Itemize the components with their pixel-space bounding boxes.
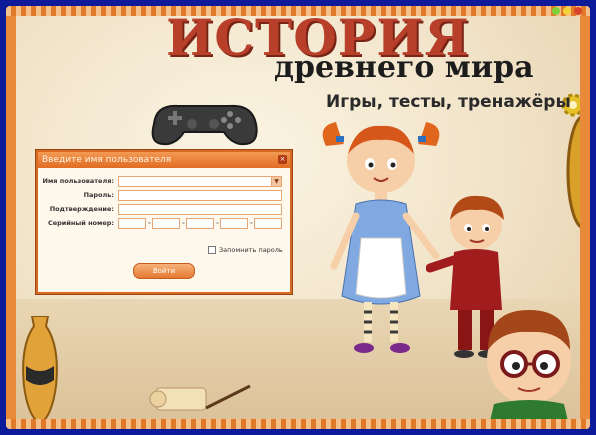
- app-subtitle: древнего мира: [274, 50, 534, 85]
- serial-separator: -: [216, 219, 219, 227]
- app-window: ИСТОРИЯ древнего мира Игры, тесты, трена…: [6, 6, 590, 429]
- minimize-icon[interactable]: [552, 7, 560, 15]
- serial-part-3[interactable]: [186, 218, 214, 229]
- vase-illustration: [22, 316, 58, 419]
- serial-separator: -: [250, 219, 253, 227]
- username-dropdown[interactable]: ▼: [118, 176, 282, 187]
- serial-part-1[interactable]: [118, 218, 146, 229]
- login-button[interactable]: Войти: [133, 263, 195, 279]
- password-row: Пароль:: [38, 190, 290, 201]
- scroll-icon: [149, 384, 251, 411]
- serial-part-2[interactable]: [152, 218, 180, 229]
- shield-ornament-icon: [566, 115, 580, 229]
- close-icon[interactable]: [574, 7, 582, 15]
- gamepad-icon: [151, 104, 258, 146]
- confirm-password-field[interactable]: [118, 204, 282, 215]
- username-row: Имя пользователя: ▼: [38, 176, 290, 187]
- boy-with-glasses-illustration: [487, 310, 571, 419]
- login-dialog-header: Введите имя пользователя ×: [38, 152, 290, 168]
- login-dialog: Введите имя пользователя × Имя пользоват…: [36, 150, 292, 294]
- splash-scene: ИСТОРИЯ древнего мира Игры, тесты, трена…: [16, 16, 580, 419]
- username-label: Имя пользователя:: [42, 177, 114, 185]
- remember-password-label: Запомнить пароль: [219, 246, 283, 254]
- serial-row: Серийный номер: - - - -: [38, 218, 290, 229]
- remember-password-checkbox[interactable]: [208, 246, 216, 254]
- app-tagline: Игры, тесты, тренажёры: [326, 92, 571, 112]
- maximize-icon[interactable]: [563, 7, 571, 15]
- bottom-border-ornament: [6, 419, 590, 429]
- serial-separator: -: [148, 219, 151, 227]
- serial-separator: -: [182, 219, 185, 227]
- confirm-label: Подтверждение:: [49, 205, 114, 213]
- login-dialog-title: Введите имя пользователя: [42, 155, 172, 165]
- top-border-ornament: [6, 6, 590, 16]
- window-controls: [552, 7, 582, 15]
- remember-password-option[interactable]: Запомнить пароль: [208, 246, 283, 254]
- confirm-row: Подтверждение:: [38, 204, 290, 215]
- password-label: Пароль:: [83, 191, 114, 199]
- serial-part-5[interactable]: [254, 218, 282, 229]
- serial-part-4[interactable]: [220, 218, 248, 229]
- chevron-down-icon[interactable]: ▼: [271, 177, 281, 186]
- password-field[interactable]: [118, 190, 282, 201]
- serial-label: Серийный номер:: [47, 219, 114, 227]
- dialog-close-icon[interactable]: ×: [278, 155, 287, 164]
